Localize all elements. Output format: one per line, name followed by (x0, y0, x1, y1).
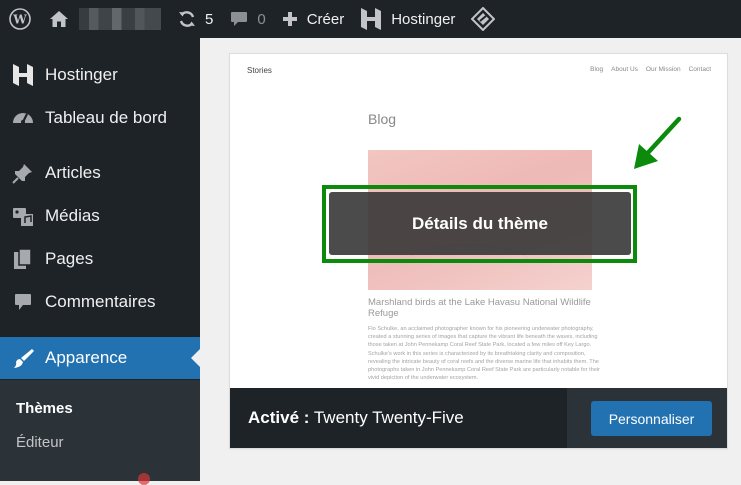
preview-nav-item: Blog (590, 66, 604, 73)
sidebar-item-label: Commentaires (45, 292, 156, 311)
active-theme-card[interactable]: Stories Blog About Us Our Mission Contac… (229, 53, 728, 449)
pages-icon (0, 248, 45, 270)
wordpress-logo-icon[interactable]: W (0, 0, 45, 38)
hostinger-logo-icon (360, 7, 382, 31)
comment-icon (0, 292, 45, 312)
sidebar-item-comments[interactable]: Commentaires (0, 281, 200, 323)
active-prefix: Activé : (248, 408, 310, 427)
preview-site-title: Stories (247, 66, 272, 75)
theme-details-button[interactable]: Détails du thème (329, 192, 631, 255)
new-content-label: Créer (306, 10, 345, 28)
theme-info-bar: Activé : Twenty Twenty-Five Personnalise… (230, 388, 727, 448)
sidebar-item-label: Apparence (45, 348, 128, 367)
preview-nav-item: Contact (688, 66, 711, 73)
comments-link[interactable]: 0 (221, 0, 273, 38)
updates-count: 5 (205, 10, 214, 28)
sidebar-item-medias[interactable]: Médias (0, 195, 200, 237)
preview-heading: Blog (368, 111, 397, 127)
updates-link[interactable]: 5 (169, 0, 221, 38)
theme-name: Twenty Twenty-Five (313, 408, 464, 427)
sidebar-item-label: Tableau de bord (45, 108, 167, 127)
sidebar-item-label: Pages (45, 249, 94, 268)
hostinger-adminbar-link[interactable]: Hostinger (352, 0, 463, 38)
brush-icon (0, 347, 45, 369)
site-name-redacted (79, 8, 161, 30)
pointer-arrow-icon (634, 116, 682, 169)
admin-sidebar: Hostinger Tableau de bord Articles Média… (0, 38, 200, 485)
customize-button[interactable]: Personnaliser (591, 401, 712, 436)
hostinger-adminbar-label: Hostinger (391, 10, 456, 28)
sidebar-item-articles[interactable]: Articles (0, 152, 200, 194)
preview-post-excerpt: Flo Schulke, an acclaimed photographer k… (368, 326, 600, 382)
sidebar-item-appearance[interactable]: Apparence (0, 337, 200, 379)
new-content-link[interactable]: Créer (274, 0, 353, 38)
comment-bubble-icon (229, 9, 249, 29)
sidebar-item-label: Médias (45, 206, 100, 225)
admin-bar: W 5 0 Créer Hostinger (0, 0, 741, 38)
sidebar-item-label: Articles (45, 163, 101, 182)
comments-count: 0 (257, 10, 266, 28)
active-theme-name: Activé : Twenty Twenty-Five (248, 408, 464, 428)
media-icon (0, 205, 45, 227)
sidebar-item-hostinger[interactable]: Hostinger (0, 54, 200, 96)
plus-icon (282, 11, 298, 27)
pin-icon (0, 162, 45, 184)
preview-nav-item: Our Mission (645, 66, 681, 73)
diamond-icon (471, 7, 496, 31)
dashboard-icon (0, 108, 45, 128)
sidebar-item-label: Hostinger (45, 65, 118, 84)
plugin-diamond-link[interactable] (463, 0, 503, 38)
appearance-submenu: Thèmes Éditeur (0, 380, 200, 485)
theme-actions: Personnaliser (567, 388, 727, 448)
svg-text:W: W (12, 13, 27, 27)
notification-dot (138, 473, 150, 485)
submenu-item-editor[interactable]: Éditeur (16, 434, 64, 451)
sidebar-item-dashboard[interactable]: Tableau de bord (0, 97, 200, 139)
sidebar-item-pages[interactable]: Pages (0, 238, 200, 280)
submenu-item-themes[interactable]: Thèmes (16, 400, 73, 417)
preview-post-title: Marshland birds at the Lake Havasu Natio… (368, 297, 591, 319)
updates-icon (177, 9, 197, 29)
theme-screenshot[interactable]: Stories Blog About Us Our Mission Contac… (230, 54, 727, 388)
home-icon (49, 10, 69, 28)
hostinger-icon (0, 63, 45, 87)
site-home-link[interactable] (45, 0, 169, 38)
preview-nav-item: About Us (611, 66, 638, 73)
preview-nav: Blog About Us Our Mission Contact (590, 66, 711, 73)
active-indicator (191, 349, 200, 367)
